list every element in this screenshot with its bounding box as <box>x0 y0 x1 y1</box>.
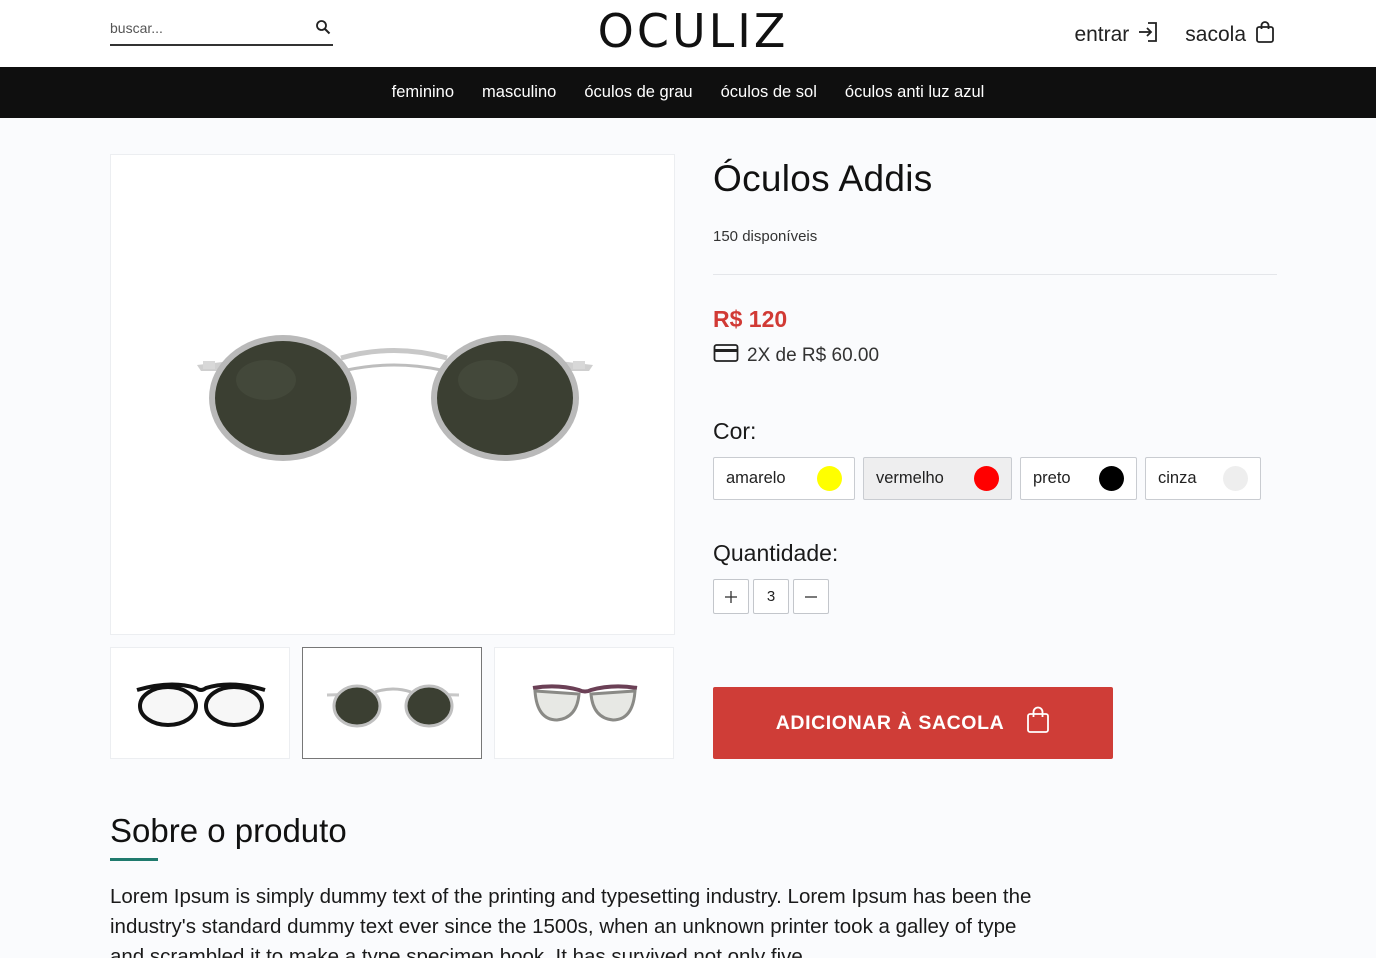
search-input[interactable] <box>110 16 300 40</box>
quantity-stepper: 3 <box>713 579 829 614</box>
sunglasses-image <box>197 335 593 461</box>
login-icon <box>1137 20 1159 50</box>
title-underline <box>110 858 158 861</box>
increase-quantity-button[interactable] <box>713 579 749 614</box>
clear-glasses-icon <box>136 682 266 727</box>
color-label: Cor: <box>713 418 757 444</box>
color-option-preto[interactable]: preto <box>1020 457 1137 500</box>
color-name: preto <box>1033 469 1071 487</box>
color-option-amarelo[interactable]: amarelo <box>713 457 855 500</box>
sunglasses-icon <box>326 684 460 728</box>
brand-logo[interactable]: OCULIZ <box>560 2 826 60</box>
bag-link[interactable]: sacola <box>1185 20 1276 50</box>
category-nav: feminino masculino óculos de grau óculos… <box>0 67 1376 118</box>
bag-label: sacola <box>1185 23 1246 46</box>
color-swatch-black <box>1099 466 1124 491</box>
color-swatch-yellow <box>817 466 842 491</box>
cat-eye-glasses-icon <box>532 684 638 722</box>
nav-item-masculino[interactable]: masculino <box>482 83 556 102</box>
installments-info: 2X de R$ 60.00 <box>713 342 879 370</box>
installments-text: 2X de R$ 60.00 <box>747 345 880 366</box>
shopping-bag-icon <box>1026 706 1050 740</box>
color-option-vermelho[interactable]: vermelho <box>863 457 1012 500</box>
quantity-value[interactable]: 3 <box>753 579 789 614</box>
thumbnail-3[interactable] <box>494 647 674 759</box>
top-header: OCULIZ entrar sacola <box>0 0 1376 67</box>
color-swatch-gray <box>1223 466 1248 491</box>
main-product-image <box>110 154 675 635</box>
search-icon[interactable] <box>315 19 331 35</box>
color-swatch-red <box>974 466 999 491</box>
color-name: cinza <box>1158 469 1197 487</box>
thumbnail-1[interactable] <box>110 647 290 759</box>
nav-item-oculos-de-grau[interactable]: óculos de grau <box>584 83 692 102</box>
credit-card-icon <box>713 342 739 370</box>
add-to-bag-button[interactable]: ADICIONAR À SACOLA <box>713 687 1113 759</box>
nav-item-feminino[interactable]: feminino <box>392 83 454 102</box>
thumbnail-2[interactable] <box>302 647 482 759</box>
decrease-quantity-button[interactable] <box>793 579 829 614</box>
login-link[interactable]: entrar <box>1074 20 1159 50</box>
add-to-bag-label: ADICIONAR À SACOLA <box>775 711 1005 734</box>
shopping-bag-icon <box>1254 20 1276 50</box>
color-option-cinza[interactable]: cinza <box>1145 457 1261 500</box>
color-name: amarelo <box>726 469 786 487</box>
quantity-label: Quantidade: <box>713 540 839 566</box>
search-bar <box>110 12 333 46</box>
plus-icon <box>725 590 737 603</box>
nav-item-oculos-anti-luz-azul[interactable]: óculos anti luz azul <box>845 83 984 102</box>
product-title: Óculos Addis <box>713 158 933 199</box>
color-name: vermelho <box>876 469 944 487</box>
login-label: entrar <box>1074 23 1130 46</box>
nav-item-oculos-de-sol[interactable]: óculos de sol <box>721 83 817 102</box>
header-actions: entrar sacola <box>1074 18 1276 52</box>
about-title: Sobre o produto <box>110 812 347 849</box>
product-price: R$ 120 <box>713 306 788 332</box>
divider <box>713 274 1277 275</box>
color-options: amarelo vermelho preto cinza <box>713 457 1261 500</box>
minus-icon <box>805 595 817 598</box>
about-description: Lorem Ipsum is simply dummy text of the … <box>110 885 1032 958</box>
stock-availability: 150 disponíveis <box>713 228 818 245</box>
